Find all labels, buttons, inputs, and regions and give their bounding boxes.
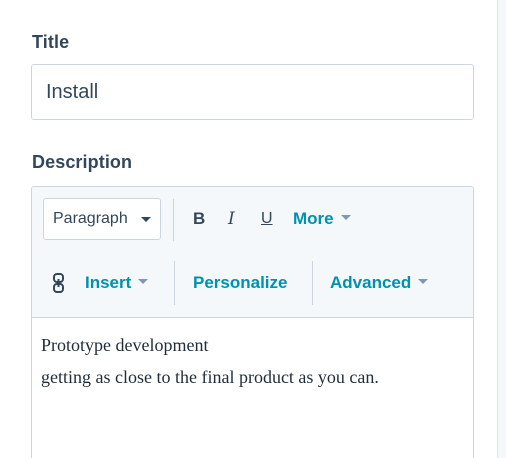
advanced-label: Advanced	[330, 273, 412, 292]
more-dropdown-button[interactable]: More	[293, 209, 351, 229]
content-line: Prototype development	[41, 335, 209, 355]
toolbar-divider	[173, 199, 174, 241]
title-input[interactable]	[31, 64, 474, 120]
property-editor-panel: Title Description Paragraph B I U More I…	[0, 0, 506, 458]
insert-label: Insert	[85, 273, 132, 292]
bold-button[interactable]: B	[193, 209, 205, 229]
insert-dropdown-button[interactable]: Insert	[85, 273, 149, 293]
description-rich-text-editor[interactable]: Paragraph B I U More Insert Personalize	[31, 186, 474, 458]
underline-button[interactable]: U	[261, 209, 273, 229]
editor-toolbar: Paragraph B I U More Insert Personalize	[32, 187, 473, 318]
advanced-dropdown-button[interactable]: Advanced	[330, 273, 429, 293]
chevron-down-icon	[340, 215, 351, 221]
italic-button[interactable]: I	[228, 209, 235, 229]
content-line: getting as close to the final product as…	[41, 367, 379, 387]
toolbar-divider	[174, 261, 175, 305]
chevron-down-icon	[138, 279, 149, 285]
paragraph-format-select[interactable]: Paragraph	[43, 198, 161, 240]
personalize-button[interactable]: Personalize	[193, 273, 288, 293]
paragraph-format-value: Paragraph	[53, 210, 128, 227]
scrollbar-track[interactable]	[497, 0, 506, 458]
title-label: Title	[32, 32, 70, 52]
more-label: More	[293, 209, 334, 228]
editor-content-area[interactable]: Prototype development getting as close t…	[41, 329, 461, 393]
description-label: Description	[32, 152, 133, 172]
chevron-down-icon	[418, 279, 429, 285]
chevron-down-icon	[141, 217, 151, 222]
toolbar-divider	[312, 261, 313, 305]
link-icon[interactable]	[51, 272, 67, 294]
